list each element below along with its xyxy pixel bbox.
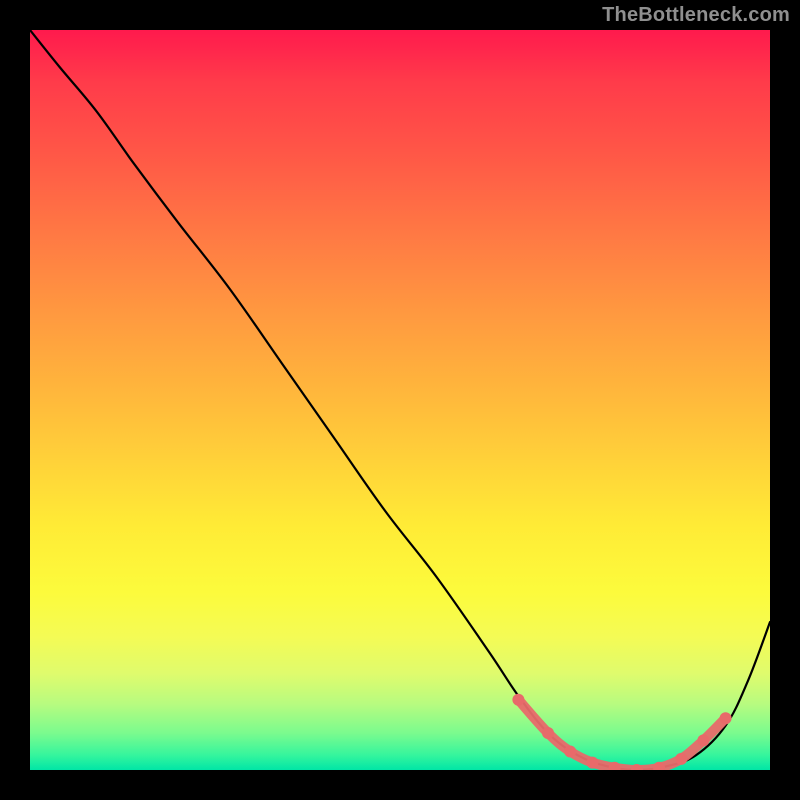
curve-path <box>30 30 770 770</box>
plot-area <box>30 30 770 770</box>
highlight-dot <box>542 727 554 739</box>
highlight-dot <box>675 753 687 765</box>
highlight-dot <box>586 757 598 769</box>
highlight-points <box>512 694 731 770</box>
highlight-dot <box>564 746 576 758</box>
watermark-text: TheBottleneck.com <box>602 4 790 27</box>
line-series <box>30 30 770 770</box>
chart-container: TheBottleneck.com <box>0 0 800 800</box>
highlight-dot <box>512 694 524 706</box>
highlight-dot <box>720 712 732 724</box>
highlight-dot <box>697 734 709 746</box>
